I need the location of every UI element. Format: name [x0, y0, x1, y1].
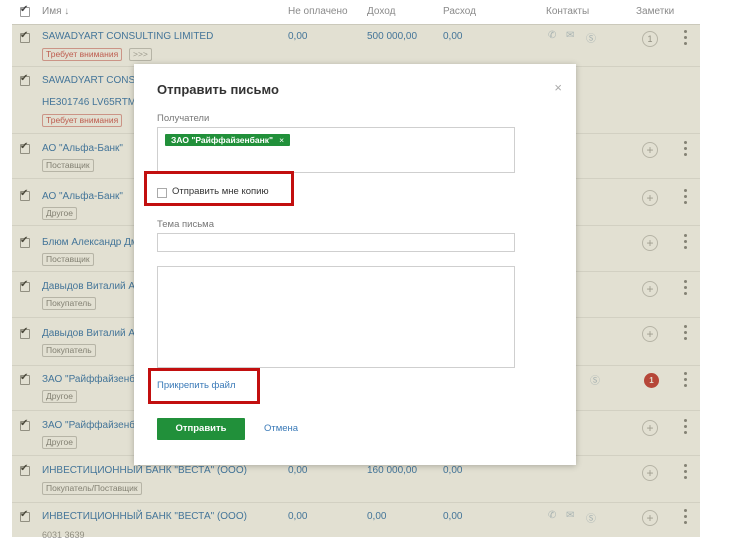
col-contacts-header: Контакты	[546, 6, 590, 17]
close-icon[interactable]: ×	[554, 80, 562, 95]
remove-recipient-icon[interactable]: ×	[279, 135, 284, 145]
col-notes-header: Заметки	[636, 6, 675, 17]
col-income-header[interactable]: Доход	[367, 6, 395, 17]
attach-file-link[interactable]: Прикрепить файл	[157, 380, 235, 391]
col-expense-header[interactable]: Расход	[443, 6, 476, 17]
subject-input[interactable]	[157, 233, 515, 252]
subject-label: Тема письма	[157, 219, 214, 230]
recipient-chip[interactable]: ЗАО "Райффайзенбанк" ×	[165, 134, 291, 146]
send-copy-checkbox[interactable]	[157, 188, 167, 198]
col-name-header[interactable]: Имя ↓	[42, 6, 69, 17]
recipients-field[interactable]: ЗАО "Райффайзенбанк" ×	[157, 127, 515, 173]
message-body-textarea[interactable]	[157, 266, 515, 368]
select-all-checkbox[interactable]	[20, 4, 30, 17]
send-email-dialog: Отправить письмо × Получатели ЗАО "Райфф…	[134, 64, 576, 465]
send-button[interactable]: Отправить	[157, 418, 245, 440]
recipients-label: Получатели	[157, 113, 210, 124]
dialog-title: Отправить письмо	[157, 82, 279, 97]
col-unpaid-header[interactable]: Не оплачено	[288, 6, 348, 17]
recipient-chip-label: ЗАО "Райффайзенбанк"	[171, 135, 274, 145]
send-copy-label[interactable]: Отправить мне копию	[172, 186, 269, 197]
cancel-link[interactable]: Отмена	[264, 423, 298, 434]
table-header: Имя ↓ Не оплачено Доход Расход Контакты …	[12, 0, 700, 25]
